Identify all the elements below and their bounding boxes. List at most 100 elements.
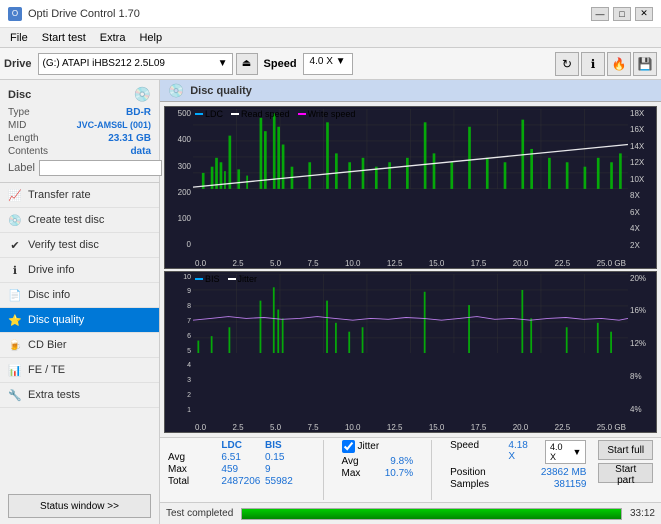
y-axis-left-top: 500 400 300 200 100 0 (165, 107, 193, 252)
refresh-icon[interactable]: ↻ (555, 52, 579, 76)
stats-header-row: LDC BIS (168, 440, 305, 451)
legend-ldc: LDC (195, 109, 223, 119)
sidebar-item-disc-info[interactable]: 📄 Disc info (0, 283, 159, 308)
jitter-checkbox-row: Jitter (342, 440, 414, 453)
speed-row: Speed 4.18 X 4.0 X▼ (450, 440, 586, 464)
legend-bis: BIS (195, 274, 220, 284)
samples-value: 381159 (554, 479, 587, 490)
menubar: File Start test Extra Help (0, 28, 661, 48)
total-ldc-value: 2487206 (221, 476, 261, 487)
contents-label: Contents (8, 146, 48, 157)
chart-legend-top: LDC Read speed Write speed (195, 109, 355, 119)
start-full-button[interactable]: Start full (598, 440, 653, 460)
titlebar: O Opti Drive Control 1.70 — □ ✕ (0, 0, 661, 28)
time-display: 33:12 (630, 508, 655, 519)
legend-bis-label: BIS (205, 274, 220, 284)
nav-label-cd-bier: CD Bier (28, 339, 67, 351)
menu-help[interactable]: Help (133, 31, 168, 45)
sidebar-item-cd-bier[interactable]: 🍺 CD Bier (0, 333, 159, 358)
sidebar-item-drive-info[interactable]: ℹ Drive info (0, 258, 159, 283)
burn-icon[interactable]: 🔥 (607, 52, 631, 76)
action-buttons: Start full Start part (598, 440, 653, 483)
legend-ldc-label: LDC (205, 109, 223, 119)
menu-extra[interactable]: Extra (94, 31, 132, 45)
close-button[interactable]: ✕ (635, 7, 653, 21)
disc-mid-row: MID JVC-AMS6L (001) (8, 120, 151, 131)
sidebar-item-extra-tests[interactable]: 🔧 Extra tests (0, 383, 159, 408)
label-label: Label (8, 162, 35, 174)
app-title: Opti Drive Control 1.70 (28, 8, 140, 20)
jitter-checkbox[interactable] (342, 440, 355, 453)
x-axis-bottom: 0.02.55.07.510.012.515.017.520.022.525.0… (193, 423, 628, 432)
position-value: 23862 MB (541, 467, 587, 478)
stats-ldc-bis-col: LDC BIS Avg 6.51 0.15 Max 459 9 Total 24… (168, 440, 305, 487)
disc-type-row: Type BD-R (8, 107, 151, 118)
sidebar-item-disc-quality[interactable]: ⭐ Disc quality (0, 308, 159, 333)
stats-max-row: Max 459 9 (168, 464, 305, 475)
sidebar-item-transfer-rate[interactable]: 📈 Transfer rate (0, 183, 159, 208)
maximize-button[interactable]: □ (613, 7, 631, 21)
speed-dropdown-value: 4.0 X (550, 442, 571, 462)
sidebar-item-fe-te[interactable]: 📊 FE / TE (0, 358, 159, 383)
jitter-avg-label: Avg (342, 456, 382, 467)
minimize-button[interactable]: — (591, 7, 609, 21)
window-controls: — □ ✕ (591, 7, 653, 21)
speed-stat-label: Speed (450, 440, 504, 464)
fe-te-icon: 📊 (8, 363, 22, 377)
avg-bis-value: 0.15 (265, 452, 305, 463)
mid-label: MID (8, 120, 26, 131)
sidebar-item-create-test-disc[interactable]: 💿 Create test disc (0, 208, 159, 233)
stats-bar: LDC BIS Avg 6.51 0.15 Max 459 9 Total 24… (160, 437, 661, 502)
status-window-button[interactable]: Status window >> (8, 494, 151, 518)
titlebar-left: O Opti Drive Control 1.70 (8, 7, 140, 21)
position-row: Position 23862 MB (450, 467, 586, 478)
menu-file[interactable]: File (4, 31, 34, 45)
drive-info-icon: ℹ (8, 263, 22, 277)
samples-row: Samples 381159 (450, 479, 586, 490)
verify-test-disc-icon: ✔ (8, 238, 22, 252)
ldc-chart-svg (193, 109, 628, 189)
jitter-avg-row: Avg 9.8% (342, 456, 414, 467)
label-input[interactable] (39, 160, 162, 176)
bis-color (195, 278, 203, 280)
nav-label-create-test-disc: Create test disc (28, 214, 104, 226)
legend-jitter: Jitter (228, 274, 258, 284)
x-axis-top: 0.02.55.07.510.012.515.017.520.022.525.0… (193, 259, 628, 268)
chart-title: Disc quality (190, 85, 252, 97)
nav-label-drive-info: Drive info (28, 264, 74, 276)
app-icon: O (8, 7, 22, 21)
drive-dropdown[interactable]: (G:) ATAPI iHBS212 2.5L09 ▼ (38, 53, 233, 75)
jitter-label: Jitter (358, 441, 380, 452)
nav-label-transfer-rate: Transfer rate (28, 189, 91, 201)
divider2 (431, 440, 432, 500)
disc-quality-icon: ⭐ (8, 313, 22, 327)
drive-label: Drive (4, 58, 32, 70)
start-part-button[interactable]: Start part (598, 463, 653, 483)
total-label: Total (168, 476, 217, 487)
save-icon[interactable]: 💾 (633, 52, 657, 76)
divider (323, 440, 324, 500)
legend-write-speed: Write speed (298, 109, 356, 119)
length-label: Length (8, 133, 39, 144)
drive-select-area: (G:) ATAPI iHBS212 2.5L09 ▼ ⏏ (38, 53, 258, 75)
read-speed-color (231, 113, 239, 115)
y-axis-right-top: 18X 16X 14X 12X 10X 8X 6X 4X 2X (628, 107, 656, 252)
disc-length-row: Length 23.31 GB (8, 133, 151, 144)
nav-label-verify-test-disc: Verify test disc (28, 239, 99, 251)
jitter-col: Jitter Avg 9.8% Max 10.7% (342, 440, 414, 479)
speed-value: 4.0 X (310, 56, 333, 67)
jitter-max-row: Max 10.7% (342, 468, 414, 479)
nav-label-disc-quality: Disc quality (28, 314, 84, 326)
avg-ldc-value: 6.51 (221, 452, 261, 463)
main-layout: Disc 💿 Type BD-R MID JVC-AMS6L (001) Len… (0, 80, 661, 524)
speed-dropdown[interactable]: 4.0 X ▼ (303, 53, 353, 75)
disc-info-icon: 📄 (8, 288, 22, 302)
jitter-color (228, 278, 236, 280)
speed-dropdown-stat[interactable]: 4.0 X▼ (545, 440, 587, 464)
sidebar-item-verify-test-disc[interactable]: ✔ Verify test disc (0, 233, 159, 258)
max-bis-value: 9 (265, 464, 305, 475)
info-icon[interactable]: ℹ (581, 52, 605, 76)
menu-start-test[interactable]: Start test (36, 31, 92, 45)
eject-button[interactable]: ⏏ (236, 53, 258, 75)
total-bis-value: 55982 (265, 476, 305, 487)
